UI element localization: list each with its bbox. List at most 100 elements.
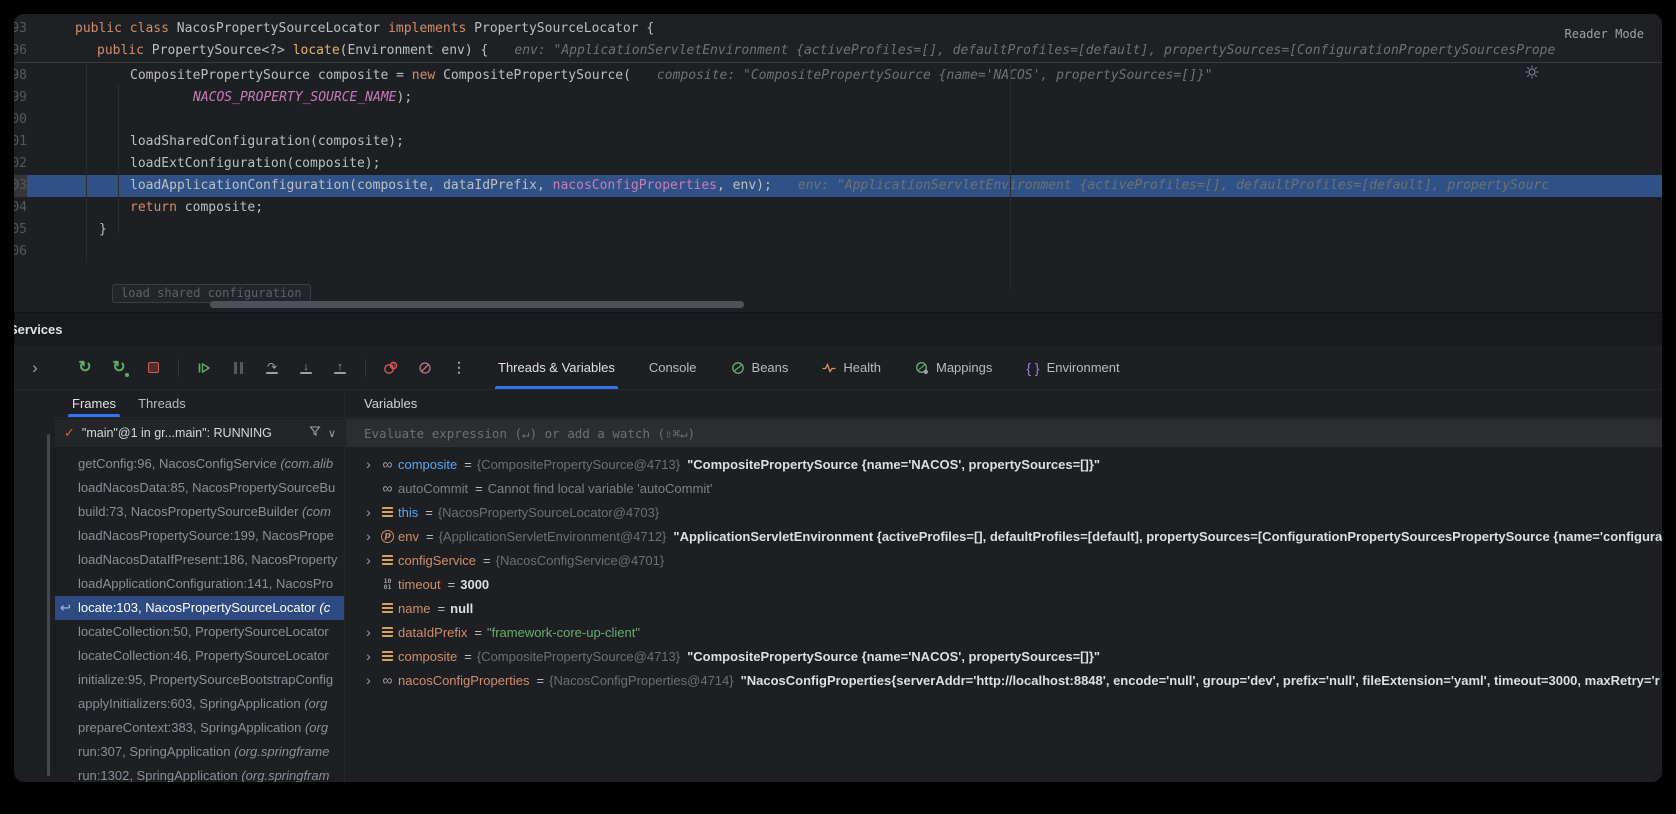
filter-icon[interactable] (309, 424, 321, 442)
variable-reference: {NacosConfigProperties@4714} (549, 673, 733, 688)
stack-frame[interactable]: getConfig:96, NacosConfigService (com.al… (55, 452, 344, 476)
editor-horizontal-scrollbar[interactable] (210, 301, 744, 308)
tab-frames[interactable]: Frames (72, 390, 116, 417)
variable-row[interactable]: ›penv={ApplicationServletEnvironment@471… (346, 524, 1662, 548)
step-over-button[interactable]: ↷ (261, 357, 283, 379)
thread-status-icon: ✓ (64, 425, 75, 441)
pause-button[interactable] (227, 357, 249, 379)
tab-console[interactable]: Console (649, 346, 697, 389)
variable-reference: {NacosConfigService@4701} (496, 553, 665, 568)
stack-frame[interactable]: run:307, SpringApplication (org.springfr… (55, 740, 344, 764)
expand-chevron-icon[interactable]: › (360, 528, 377, 544)
expand-chevron-icon[interactable]: › (360, 504, 377, 520)
line-number: 100 (14, 109, 27, 131)
expand-chevron-icon[interactable]: › (360, 648, 377, 664)
stack-frame[interactable]: locateCollection:46, PropertySourceLocat… (55, 644, 344, 668)
step-out-button[interactable]: ↑ (329, 357, 351, 379)
frames-tab-bar: Frames Threads (55, 390, 344, 418)
inlay-settings-icon[interactable] (1524, 64, 1540, 88)
stack-frame[interactable]: build:73, NacosPropertySourceBuilder (co… (55, 500, 344, 524)
mute-breakpoints-button[interactable] (414, 357, 436, 379)
stack-frame[interactable]: initialize:95, PropertySourceBootstrapCo… (55, 668, 344, 692)
code-line[interactable]: 103loadApplicationConfiguration(composit… (14, 175, 1662, 197)
stack-frame[interactable]: loadNacosPropertySource:199, NacosPrope (55, 524, 344, 548)
variable-row[interactable]: ›configService={NacosConfigService@4701} (346, 548, 1662, 572)
stack-frame[interactable]: locateCollection:50, PropertySourceLocat… (55, 620, 344, 644)
stack-frame[interactable]: loadNacosDataIfPresent:186, NacosPropert… (55, 548, 344, 572)
services-scrollbar[interactable] (47, 434, 50, 776)
frame-label: build:73, NacosPropertySourceBuilder (78, 504, 302, 519)
more-options-button[interactable]: ⋮ (448, 357, 470, 379)
expand-chevron-icon[interactable]: › (360, 456, 377, 472)
stack-frame[interactable]: run:1302, SpringApplication (org.springf… (55, 764, 344, 782)
equals-sign: = (426, 529, 434, 544)
code-editor[interactable]: 93public class NacosPropertySourceLocato… (14, 14, 1662, 312)
parameter-icon: p (377, 530, 398, 543)
debug-content: Frames Threads ✓ "main"@1 in gr...main":… (14, 390, 1662, 782)
stack-frame[interactable]: applyInitializers:603, SpringApplication… (55, 692, 344, 716)
tab-health[interactable]: Health (822, 346, 881, 389)
line-number: 98 (14, 65, 27, 87)
resume-button[interactable] (193, 357, 215, 379)
execution-point-icon: ↩ (60, 596, 71, 620)
stack-frame[interactable]: ↩locate:103, NacosPropertySourceLocator … (55, 596, 344, 620)
variable-row[interactable]: ›∞nacosConfigProperties={NacosConfigProp… (346, 668, 1662, 692)
inline-debugger-hint: composite: "CompositePropertySource {nam… (657, 68, 1213, 83)
code-line[interactable]: 105} (14, 219, 1662, 241)
line-number: 93 (14, 18, 27, 40)
code-line[interactable]: 104return composite; (14, 197, 1662, 219)
code-line[interactable]: 99NACOS_PROPERTY_SOURCE_NAME); (14, 87, 1662, 109)
chevron-down-icon[interactable]: ∨ (328, 427, 336, 440)
equals-sign: = (475, 481, 483, 496)
variable-row[interactable]: ›∞composite={CompositePropertySource@471… (346, 452, 1662, 476)
code-line[interactable]: 93public class NacosPropertySourceLocato… (14, 18, 1662, 40)
indent-guide (86, 62, 87, 262)
code-line[interactable]: 102loadExtConfiguration(composite); (14, 153, 1662, 175)
tab-threads-variables[interactable]: Threads & Variables (498, 346, 615, 389)
variable-value: "CompositePropertySource {name='NACOS', … (687, 457, 1100, 472)
services-expand-chevron[interactable]: › (24, 357, 46, 379)
frames-panel: Frames Threads ✓ "main"@1 in gr...main":… (55, 390, 345, 782)
tab-label: Beans (752, 360, 789, 375)
rerun-debug-button[interactable]: ↻ (108, 357, 130, 379)
variable-row[interactable]: ›this={NacosPropertySourceLocator@4703} (346, 500, 1662, 524)
frame-label: loadApplicationConfiguration:141, NacosP… (78, 576, 333, 591)
variable-row[interactable]: 1001timeout=3000 (346, 572, 1662, 596)
code-line[interactable]: 100 (14, 109, 1662, 131)
tab-environment[interactable]: { }Environment (1026, 346, 1119, 389)
variable-row[interactable]: ∞autoCommit=Cannot find local variable '… (346, 476, 1662, 500)
reader-mode-toggle[interactable]: Reader Mode (1565, 23, 1644, 45)
frame-label: prepareContext:383, SpringApplication (78, 720, 305, 735)
step-into-button[interactable]: ↓ (295, 357, 317, 379)
equals-sign: = (474, 625, 482, 640)
code-text: } (35, 219, 107, 241)
expand-chevron-icon[interactable]: › (360, 624, 377, 640)
view-breakpoints-button[interactable] (380, 357, 402, 379)
debug-actions: › ↻ ↻ ↷ ↓ ↑ ⋮ (14, 357, 470, 379)
variable-row[interactable]: name=null (346, 596, 1662, 620)
stop-button[interactable] (142, 357, 164, 379)
variable-row[interactable]: ›dataIdPrefix="framework-core-up-client" (346, 620, 1662, 644)
code-line[interactable]: 98CompositePropertySource composite = ne… (14, 65, 1662, 87)
code-line[interactable]: 96public PropertySource<?> locate(Enviro… (14, 40, 1662, 62)
code-line[interactable]: 101loadSharedConfiguration(composite); (14, 131, 1662, 153)
variable-row[interactable]: ›composite={CompositePropertySource@4713… (346, 644, 1662, 668)
watch-icon: ∞ (377, 482, 398, 494)
equals-sign: = (464, 457, 472, 472)
thread-selector[interactable]: ✓ "main"@1 in gr...main": RUNNING ∨ (55, 419, 344, 448)
code-line[interactable]: 106 (14, 241, 1662, 263)
evaluate-expression-input[interactable]: Evaluate expression (↵) or add a watch (… (346, 419, 1662, 448)
rerun-button[interactable]: ↻ (74, 357, 96, 379)
variable-reference: {CompositePropertySource@4713} (477, 649, 680, 664)
tab-threads[interactable]: Threads (138, 390, 186, 417)
stack-frame[interactable]: loadApplicationConfiguration:141, NacosP… (55, 572, 344, 596)
expand-chevron-icon[interactable]: › (360, 552, 377, 568)
line-number: 105 (14, 219, 27, 241)
tab-mappings[interactable]: Mappings (915, 346, 992, 389)
tab-beans[interactable]: Beans (731, 346, 789, 389)
stack-frame[interactable]: prepareContext:383, SpringApplication (o… (55, 716, 344, 740)
inline-debugger-hint: env: "ApplicationServletEnvironment {act… (514, 43, 1555, 58)
stack-frame[interactable]: loadNacosData:85, NacosPropertySourceBu (55, 476, 344, 500)
expand-chevron-icon[interactable]: › (360, 672, 377, 688)
variable-value: "framework-core-up-client" (487, 625, 640, 640)
